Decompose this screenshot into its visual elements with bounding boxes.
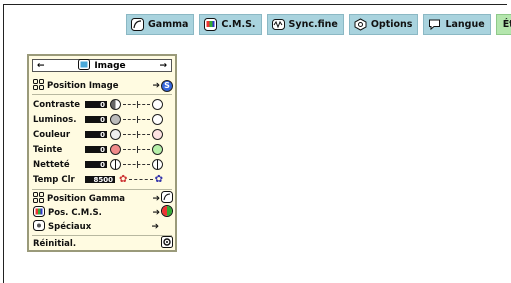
tab-etat[interactable]: État [495, 14, 511, 35]
nettete-value: 0 [85, 161, 107, 169]
slider-nettete[interactable]: Netteté 0 [33, 158, 173, 171]
pos-cms-label: Pos. C.M.S. [48, 207, 102, 218]
slider-track[interactable] [123, 145, 150, 153]
sharpness-high-icon [152, 159, 163, 170]
brightness-high-icon [152, 114, 163, 125]
couleur-label: Couleur [33, 129, 71, 140]
slider-temp-clr[interactable]: Temp Clr 8500 ✿ ✿ [33, 173, 173, 186]
gamma-icon [131, 18, 144, 31]
position-image-label: Position Image [47, 80, 119, 91]
slider-luminos[interactable]: Luminos. 0 [33, 113, 173, 126]
right-arrow-icon[interactable]: → [159, 61, 167, 71]
temp-clr-label: Temp Clr [33, 174, 75, 185]
slider-couleur[interactable]: Couleur 0 [33, 128, 173, 141]
tab-cms-label: C.M.S. [221, 19, 256, 30]
menu-divider [32, 94, 172, 95]
menu-header: ← Image → [32, 58, 172, 73]
image-menu-panel: ← Image → Position Image ➔ S Contraste 0… [27, 54, 177, 252]
tab-langue-label: Langue [445, 19, 485, 30]
nettete-label: Netteté [33, 159, 70, 170]
position-gamma-label: Position Gamma [47, 193, 126, 204]
cms-color-icon [161, 205, 173, 220]
tab-sync-fine-label: Sync.fine [288, 19, 338, 30]
menu-divider [32, 235, 172, 236]
reinitial-label: Réinitial. [33, 238, 77, 249]
speciaux-icon [33, 219, 45, 234]
speciaux-label: Spéciaux [48, 221, 92, 232]
tab-bar: Gamma C.M.S. Sync.fine Options Langue Ét… [126, 14, 511, 35]
tab-langue[interactable]: Langue [423, 14, 491, 35]
menu-item-position-image[interactable]: Position Image ➔ S [33, 78, 173, 93]
contrast-low-icon [110, 99, 121, 110]
menu-item-pos-cms[interactable]: Pos. C.M.S. ➔ [33, 205, 173, 220]
luminos-value: 0 [85, 116, 107, 124]
frame-left-border [3, 4, 4, 283]
slider-track[interactable] [123, 160, 150, 168]
teinte-label: Teinte [33, 144, 63, 155]
contrast-high-icon [152, 99, 163, 110]
s-badge-icon: S [161, 79, 173, 92]
slider-track[interactable] [123, 115, 150, 123]
sync-icon [271, 18, 285, 31]
submenu-arrow-icon: ➔ [152, 193, 160, 204]
slider-contraste[interactable]: Contraste 0 [33, 98, 173, 111]
tab-sync-fine[interactable]: Sync.fine [266, 14, 344, 35]
tint-red-icon [110, 144, 121, 155]
contraste-value: 0 [85, 101, 107, 109]
image-icon [78, 58, 91, 73]
tab-options[interactable]: Options [348, 14, 419, 35]
slider-track[interactable] [123, 100, 150, 108]
slider-track[interactable] [129, 178, 153, 181]
color-low-icon [110, 129, 121, 140]
sharpness-low-icon [110, 159, 121, 170]
tint-green-icon [152, 144, 163, 155]
luminos-label: Luminos. [33, 114, 77, 125]
tab-cms[interactable]: C.M.S. [199, 14, 262, 35]
temp-clr-value: 8500 [85, 176, 115, 184]
gamma-icon [161, 191, 173, 206]
cms-icon [204, 18, 218, 31]
left-arrow-icon[interactable]: ← [37, 61, 45, 71]
tab-options-label: Options [370, 19, 413, 30]
menu-item-position-gamma[interactable]: Position Gamma ➔ [33, 191, 173, 206]
tab-gamma[interactable]: Gamma [126, 14, 195, 35]
menu-item-speciaux[interactable]: Spéciaux ➔ [33, 219, 173, 234]
teinte-value: 0 [85, 146, 107, 154]
menu-title: Image [94, 60, 126, 71]
color-high-icon [152, 129, 163, 140]
options-icon [354, 18, 367, 31]
gamma-grid-icon [33, 191, 44, 206]
frame-top-border [3, 4, 507, 5]
menu-item-reinitial[interactable]: Réinitial. [33, 236, 173, 251]
couleur-value: 0 [85, 131, 107, 139]
cms-icon [33, 205, 45, 220]
brightness-low-icon [110, 114, 121, 125]
reset-icon [161, 236, 173, 251]
temp-high-icon: ✿ [154, 174, 163, 185]
submenu-arrow-icon: ➔ [152, 80, 160, 91]
temp-low-icon: ✿ [119, 174, 128, 185]
tab-etat-label: État [502, 19, 511, 30]
langue-icon [428, 18, 441, 31]
slider-track[interactable] [123, 130, 150, 138]
tab-gamma-label: Gamma [148, 19, 189, 30]
submenu-arrow-icon: ➔ [151, 221, 159, 232]
contraste-label: Contraste [33, 99, 81, 110]
menu-divider [32, 189, 172, 190]
position-grid-icon [33, 78, 44, 93]
slider-teinte[interactable]: Teinte 0 [33, 143, 173, 156]
submenu-arrow-icon: ➔ [152, 207, 160, 218]
